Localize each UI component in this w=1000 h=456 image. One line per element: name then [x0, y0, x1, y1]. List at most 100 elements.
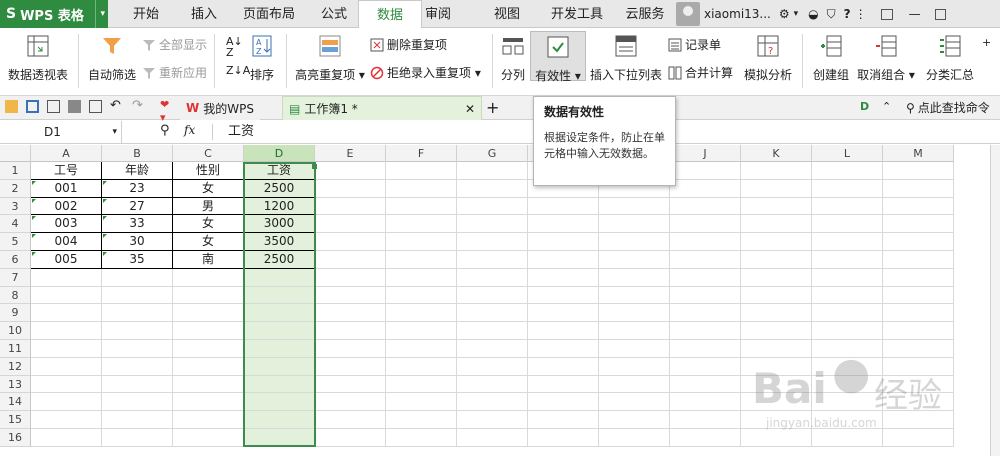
- cell-F7[interactable]: [386, 268, 457, 287]
- cell-D5[interactable]: 3500: [244, 233, 315, 251]
- cell-L7[interactable]: [812, 268, 883, 287]
- cell-B7[interactable]: [102, 268, 173, 287]
- cell-K6[interactable]: [741, 251, 812, 269]
- cell-H16[interactable]: [528, 429, 599, 447]
- cell-G14[interactable]: [457, 393, 528, 412]
- cell-H15[interactable]: [528, 411, 599, 429]
- cell-I3[interactable]: [599, 197, 670, 216]
- ribbon-more-icon[interactable]: +: [982, 36, 991, 49]
- cell-I5[interactable]: [599, 233, 670, 251]
- cell-G2[interactable]: [457, 179, 528, 198]
- cell-D13[interactable]: [244, 375, 315, 394]
- doc-tab-workbook[interactable]: ▤ 工作簿1 * ✕: [282, 96, 482, 120]
- column-header[interactable]: L: [812, 145, 883, 162]
- row-header[interactable]: 1: [0, 162, 31, 180]
- row-header[interactable]: 10: [0, 322, 31, 340]
- cell-B3[interactable]: 27: [102, 197, 173, 216]
- export-pdf-icon[interactable]: [47, 100, 60, 113]
- cell-C2[interactable]: 女: [173, 179, 244, 198]
- cell-L6[interactable]: [812, 251, 883, 269]
- shield-icon[interactable]: ◒: [808, 7, 818, 21]
- cell-B5[interactable]: 30: [102, 233, 173, 251]
- cell-C10[interactable]: [173, 322, 244, 340]
- cell-H7[interactable]: [528, 268, 599, 287]
- cell-A14[interactable]: [31, 393, 102, 412]
- cell-G13[interactable]: [457, 375, 528, 394]
- reject-duplicates-button[interactable]: 拒绝录入重复项 ▾: [370, 64, 481, 81]
- row-header[interactable]: 9: [0, 304, 31, 323]
- cell-F8[interactable]: [386, 286, 457, 305]
- cell-K9[interactable]: [741, 304, 812, 323]
- cell-A9[interactable]: [31, 304, 102, 323]
- cell-H10[interactable]: [528, 322, 599, 340]
- cell-A4[interactable]: 003: [31, 215, 102, 234]
- more-icon[interactable]: ⋮: [855, 7, 867, 21]
- cell-E5[interactable]: [315, 233, 386, 251]
- cell-M5[interactable]: [883, 233, 954, 251]
- cell-M2[interactable]: [883, 179, 954, 198]
- column-header[interactable]: J: [670, 145, 741, 162]
- cell-E4[interactable]: [315, 215, 386, 234]
- cell-C5[interactable]: 女: [173, 233, 244, 251]
- record-form-button[interactable]: 记录单: [668, 36, 721, 53]
- highlight-duplicates-button[interactable]: 高亮重复项 ▾: [292, 34, 368, 83]
- cell-I11[interactable]: [599, 340, 670, 358]
- column-header[interactable]: D: [244, 145, 315, 162]
- cell-H12[interactable]: [528, 357, 599, 376]
- sort-button[interactable]: AZ 排序: [246, 34, 278, 83]
- subtotal-button[interactable]: 分类汇总: [920, 34, 980, 83]
- new-tab-icon[interactable]: +: [486, 98, 499, 117]
- cell-A2[interactable]: 001: [31, 179, 102, 198]
- menu-tab[interactable]: 审阅: [418, 0, 458, 28]
- cell-E9[interactable]: [315, 304, 386, 323]
- menu-tab[interactable]: 公式: [314, 0, 354, 28]
- cell-J10[interactable]: [670, 322, 741, 340]
- menu-tab[interactable]: 数据: [358, 0, 422, 29]
- cell-F1[interactable]: [386, 162, 457, 180]
- cell-G7[interactable]: [457, 268, 528, 287]
- avatar[interactable]: [676, 2, 700, 26]
- cell-D6[interactable]: 2500: [244, 251, 315, 269]
- cell-M3[interactable]: [883, 197, 954, 216]
- cell-D12[interactable]: [244, 357, 315, 376]
- command-search[interactable]: ⚲ 点此查找命令: [906, 99, 990, 116]
- cell-B4[interactable]: 33: [102, 215, 173, 234]
- cell-E8[interactable]: [315, 286, 386, 305]
- cell-J15[interactable]: [670, 411, 741, 429]
- cell-K5[interactable]: [741, 233, 812, 251]
- cell-D9[interactable]: [244, 304, 315, 323]
- cell-F16[interactable]: [386, 429, 457, 447]
- cell-B9[interactable]: [102, 304, 173, 323]
- cell-G10[interactable]: [457, 322, 528, 340]
- cell-C14[interactable]: [173, 393, 244, 412]
- column-header[interactable]: B: [102, 145, 173, 162]
- cell-J6[interactable]: [670, 251, 741, 269]
- cell-G12[interactable]: [457, 357, 528, 376]
- cell-M8[interactable]: [883, 286, 954, 305]
- undo-icon[interactable]: ↶: [110, 98, 123, 113]
- cell-E3[interactable]: [315, 197, 386, 216]
- cell-D10[interactable]: [244, 322, 315, 340]
- cell-D14[interactable]: [244, 393, 315, 412]
- cell-G11[interactable]: [457, 340, 528, 358]
- customize-icon[interactable]: ❤▾: [160, 98, 173, 124]
- cell-J3[interactable]: [670, 197, 741, 216]
- cell-G16[interactable]: [457, 429, 528, 447]
- cell-B10[interactable]: [102, 322, 173, 340]
- cell-L9[interactable]: [812, 304, 883, 323]
- cell-H13[interactable]: [528, 375, 599, 394]
- cell-B15[interactable]: [102, 411, 173, 429]
- zoom-icon[interactable]: ⚲: [160, 123, 170, 138]
- column-header[interactable]: E: [315, 145, 386, 162]
- chevron-down-icon[interactable]: ▾: [112, 121, 117, 143]
- cell-E12[interactable]: [315, 357, 386, 376]
- select-all-corner[interactable]: [0, 145, 31, 162]
- row-header[interactable]: 3: [0, 197, 31, 216]
- cell-D3[interactable]: 1200: [244, 197, 315, 216]
- settings-icon[interactable]: ⚙: [779, 7, 790, 21]
- cell-F12[interactable]: [386, 357, 457, 376]
- cell-D7[interactable]: [244, 268, 315, 287]
- shirt-icon[interactable]: ⛉: [827, 7, 836, 22]
- cell-A13[interactable]: [31, 375, 102, 394]
- cell-I13[interactable]: [599, 375, 670, 394]
